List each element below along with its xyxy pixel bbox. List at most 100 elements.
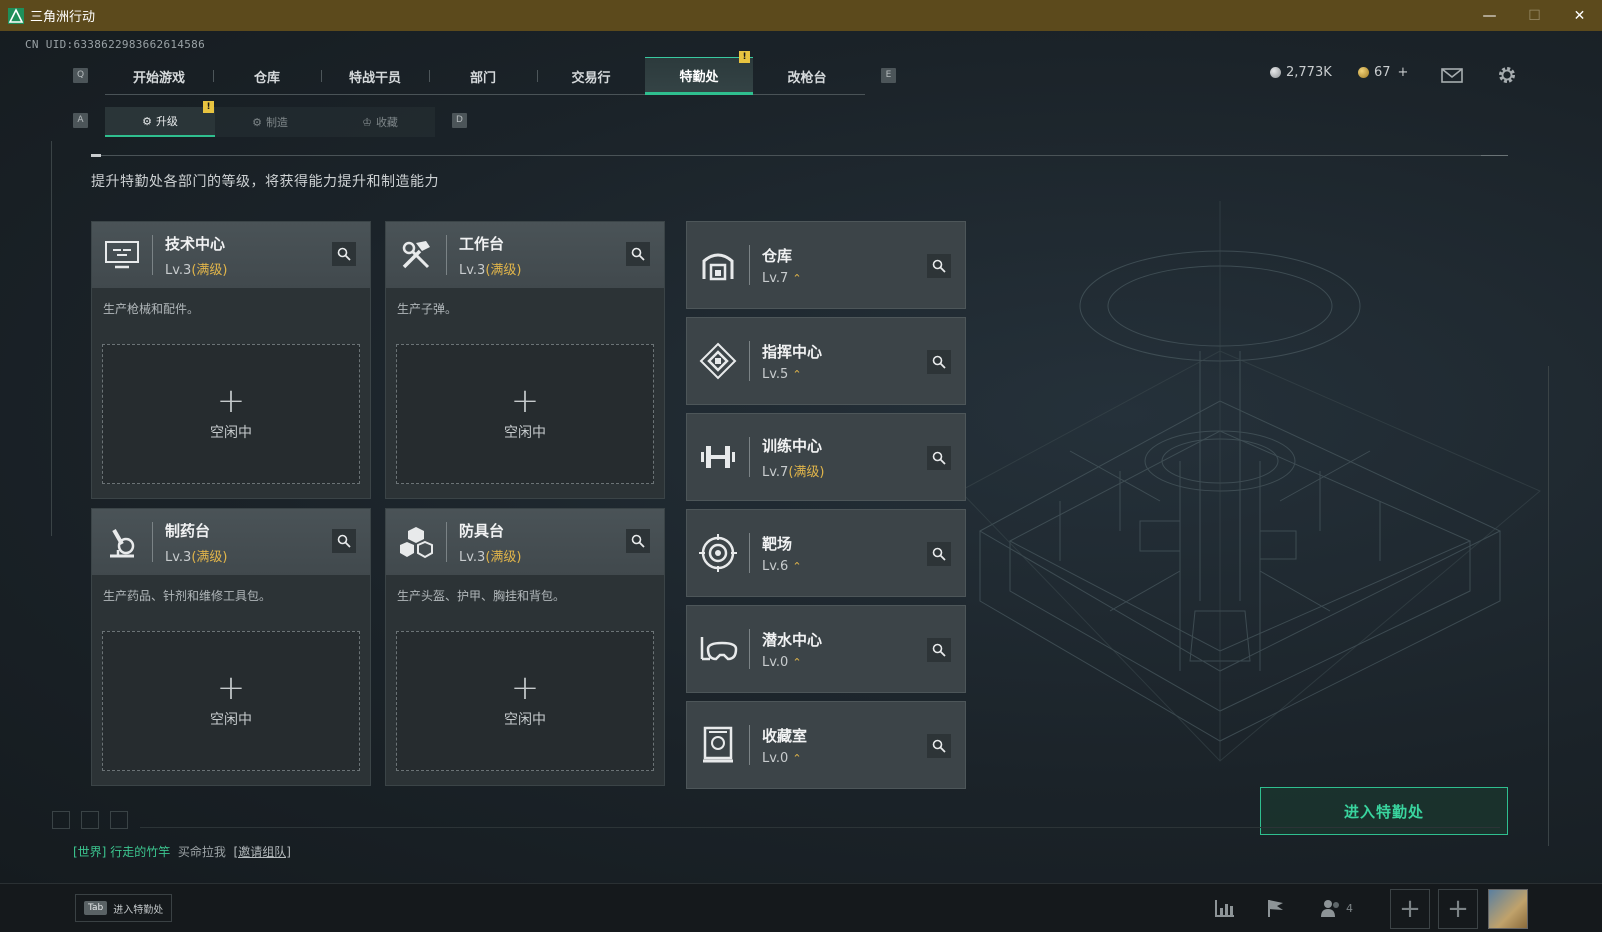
dumbbell-icon [687,413,749,501]
deco-line-bottom [140,827,1500,828]
invite-team-link[interactable]: [邀请组队] [234,845,291,859]
search-icon[interactable] [626,529,650,553]
production-card-armor-bench[interactable]: 防具台 Lv.3(满级) 生产头盔、护甲、胸挂和背包。 + 空闲中 [385,508,665,786]
gold-coin-icon [1358,67,1369,78]
add-teammate-slot-1[interactable]: + [1390,889,1430,929]
friends-count: 4 [1346,901,1353,915]
silver-coin-icon [1270,67,1281,78]
level-value: Lv.7 [762,464,789,480]
cubes-icon [386,509,446,575]
subtab-upgrade[interactable]: ⚙ 升级 ! [105,101,215,137]
hafu-coin-value: 2,773K [1286,65,1332,80]
search-icon[interactable] [927,350,951,374]
nav-tab-warehouse[interactable]: 仓库 [213,57,321,95]
card-title: 工作台 [459,234,505,253]
card-title: 技术中心 [165,234,226,253]
card-level: Lv.3(满级) [459,546,522,565]
upgrade-arrow-icon: ⌃ [792,559,802,573]
subtab-collection[interactable]: ♔ 收藏 [325,107,435,137]
nav-tab-trading[interactable]: 交易行 [537,57,645,95]
card-level: Lv.3(满级) [459,259,522,278]
level-value: Lv.7 [762,270,789,286]
upgrade-arrow-icon: ⌃ [792,367,802,381]
stats-chart-icon[interactable] [1213,896,1237,920]
facility-card-training-center[interactable]: 训练中心 Lv.7(满级) [686,413,966,501]
window-titlebar: 三角洲行动 — ☐ ✕ [0,0,1602,31]
trophy-case-icon [687,701,749,789]
hafu-coin-balance[interactable]: 2,773K [1270,65,1332,80]
facility-card-shooting-range[interactable]: 靶场 Lv.6 ⌃ [686,509,966,597]
max-level-tag: (满级) [788,464,825,480]
facility-card-diving-center[interactable]: 潜水中心 Lv.0 ⌃ [686,605,966,693]
nav-tab-operators[interactable]: 特战干员 [321,57,429,95]
minimize-button[interactable]: — [1467,0,1512,31]
facility-card-command-center[interactable]: 指挥中心 Lv.5 ⌃ [686,317,966,405]
production-slot[interactable]: + 空闲中 [396,631,654,771]
search-icon[interactable] [927,542,951,566]
search-icon[interactable] [626,242,650,266]
add-teammate-slot-2[interactable]: + [1438,889,1478,929]
craft-icon: ⚙ [252,115,262,129]
card-level: Lv.0 ⌃ [762,751,807,766]
search-icon[interactable] [927,446,951,470]
chat-line[interactable]: [世界] 行走的竹竿 买命拉我 [邀请组队] [73,843,291,860]
production-card-pharmacy[interactable]: 制药台 Lv.3(满级) 生产药品、针剂和维修工具包。 + 空闲中 [91,508,371,786]
search-icon[interactable] [927,254,951,278]
facility-card-warehouse[interactable]: 仓库 Lv.7 ⌃ [686,221,966,309]
page-description: 提升特勤处各部门的等级，将获得能力提升和制造能力 [91,174,439,190]
close-button[interactable]: ✕ [1557,0,1602,31]
search-icon[interactable] [332,529,356,553]
collection-icon: ♔ [362,115,372,129]
nav-tab-start-game[interactable]: 开始游戏 [105,57,213,95]
maximize-button[interactable]: ☐ [1512,0,1557,31]
add-icon: + [216,381,246,421]
card-title: 仓库 [762,246,793,265]
nav-tab-special-ops[interactable]: 特勤处 ! [645,51,753,95]
level-value: Lv.5 [762,366,789,382]
production-slot[interactable]: + 空闲中 [102,631,360,771]
deco-square [52,811,70,829]
chat-user[interactable]: 行走的竹竿 [110,845,170,859]
game-viewport: CN UID:6338622983662614586 Q E 开始游戏 仓库 特… [0,31,1602,883]
nav-alert-badge: ! [739,51,750,63]
level-value: Lv.3 [165,549,192,565]
production-slot[interactable]: + 空闲中 [396,344,654,484]
flag-icon[interactable] [1264,896,1288,920]
max-level-tag: (满级) [191,262,228,278]
search-icon[interactable] [332,242,356,266]
warehouse-icon [687,221,749,309]
ticket-balance[interactable]: 67 + [1358,65,1408,80]
friends-icon[interactable]: 4 [1320,896,1360,920]
search-icon[interactable] [927,638,951,662]
subtab-prev-key[interactable]: A [73,113,88,128]
mail-icon[interactable] [1441,64,1463,86]
tab-hint-button[interactable]: Tab 进入特勤处 [75,894,173,922]
header-divider [91,154,1481,157]
subtab-craft[interactable]: ⚙ 制造 [215,107,325,137]
subtab-next-key[interactable]: D [452,113,467,128]
card-separator [749,245,750,285]
nav-prev-key[interactable]: Q [73,68,88,83]
slot-status: 空闲中 [504,712,546,728]
bottom-bar: Tab 进入特勤处 4 + + [0,883,1602,932]
nav-next-key[interactable]: E [881,68,896,83]
nav-tab-department[interactable]: 部门 [429,57,537,95]
card-description: 生产头盔、护甲、胸挂和背包。 [397,589,566,603]
nav-tab-gunsmith[interactable]: 改枪台 [753,57,861,95]
ticket-value: 67 [1374,65,1391,80]
upgrade-arrow-icon: ⌃ [792,271,802,285]
production-slot[interactable]: + 空闲中 [102,344,360,484]
facility-card-collection-room[interactable]: 收藏室 Lv.0 ⌃ [686,701,966,789]
player-avatar[interactable] [1488,889,1528,929]
settings-gear-icon[interactable] [1496,64,1518,86]
card-separator [749,629,750,669]
production-card-tech-center[interactable]: 技术中心 Lv.3(满级) 生产枪械和配件。 + 空闲中 [91,221,371,499]
card-title: 训练中心 [762,436,823,455]
user-id: CN UID:6338622983662614586 [25,38,205,51]
add-tickets-button[interactable]: + [1398,65,1409,80]
production-card-workbench[interactable]: 工作台 Lv.3(满级) 生产子弹。 + 空闲中 [385,221,665,499]
app-logo-icon [8,7,24,24]
add-icon: + [510,381,540,421]
search-icon[interactable] [927,734,951,758]
tab-key-label: Tab [84,901,108,915]
